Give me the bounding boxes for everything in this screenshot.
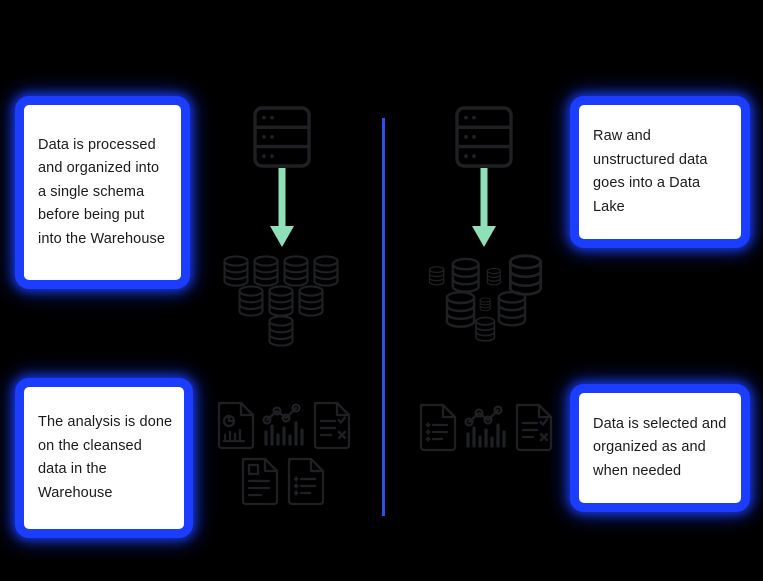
vertical-comparison-divider — [382, 118, 385, 516]
diagram-canvas: Data is processed and organized into a s… — [0, 0, 763, 581]
down-arrow-icon-left — [264, 168, 300, 248]
document-checklist-icon — [313, 401, 351, 450]
combo-line-bar-chart-icon — [262, 403, 304, 446]
scattered-database-stack-group — [424, 252, 548, 344]
callout-lake-selection: Data is selected and organized as and wh… — [570, 384, 750, 512]
combo-line-bar-chart-icon — [464, 405, 506, 448]
lake-output-icons — [414, 400, 554, 455]
document-image-text-icon — [241, 457, 279, 506]
callout-lake-ingest: Raw and unstructured data goes into a Da… — [570, 96, 750, 248]
warehouse-output-icons — [212, 398, 352, 508]
down-arrow-icon-right — [466, 168, 502, 248]
document-bullet-list-icon — [287, 457, 325, 506]
callout-lake-selection-text: Data is selected and organized as and wh… — [593, 415, 727, 479]
callout-warehouse-processing: Data is processed and organized into a s… — [15, 96, 190, 289]
server-rack-icon-left — [253, 106, 311, 168]
document-pie-bar-chart-icon — [217, 401, 255, 450]
callout-warehouse-analysis-text: The analysis is done on the cleansed dat… — [38, 414, 173, 501]
server-rack-icon-right — [455, 106, 513, 168]
callout-lake-ingest-text: Raw and unstructured data goes into a Da… — [593, 128, 708, 215]
document-bullet-list-icon — [419, 403, 457, 452]
callout-warehouse-analysis: The analysis is done on the cleansed dat… — [15, 378, 193, 538]
callout-warehouse-processing-text: Data is processed and organized into a s… — [38, 136, 166, 247]
document-checklist-icon — [515, 403, 553, 452]
organized-database-stack-group — [222, 252, 346, 347]
